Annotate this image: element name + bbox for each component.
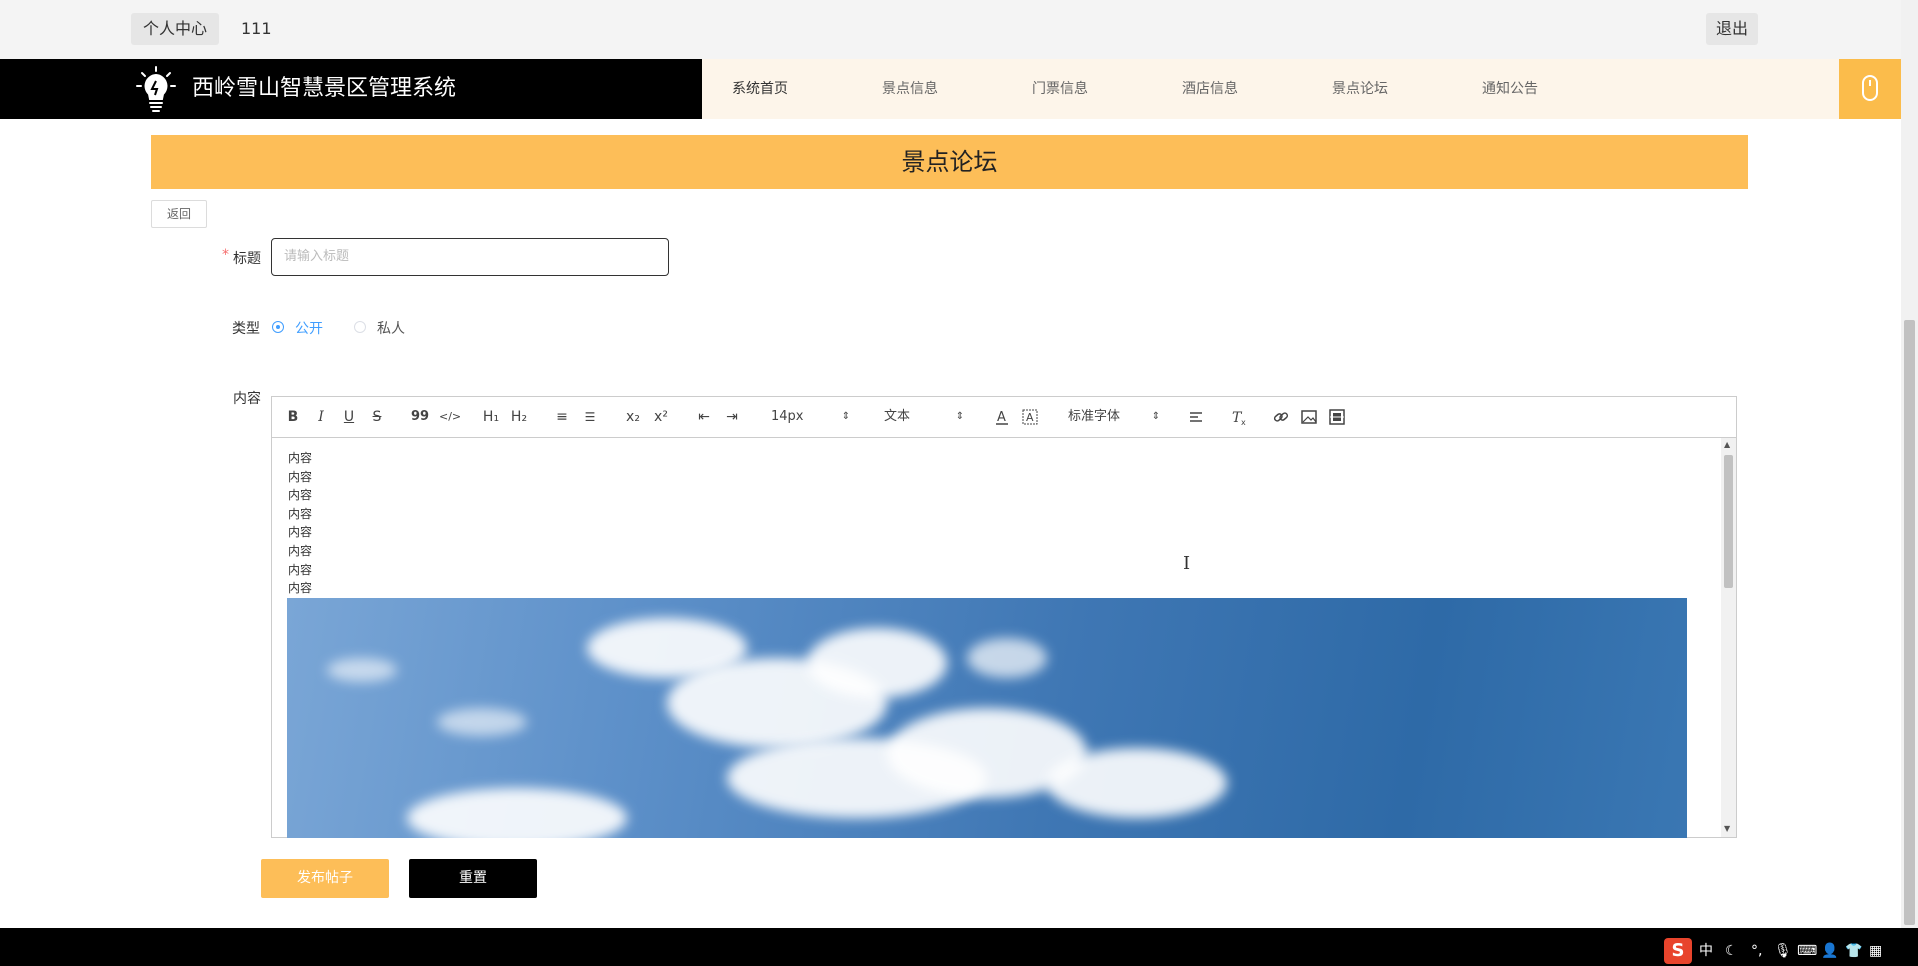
editor-content[interactable]: 内容 内容 内容 内容 内容 内容 内容 内容 (288, 449, 312, 598)
sogou-ime-icon[interactable]: S (1664, 938, 1692, 964)
title-label: 标题 (233, 251, 261, 267)
microphone-icon[interactable]: 🎙 (1774, 939, 1792, 963)
text-color-icon[interactable]: A (993, 406, 1011, 428)
content-line: 内容 (288, 581, 313, 596)
editor-scrollbar-thumb[interactable] (1724, 455, 1733, 588)
content-line: 内容 (288, 451, 313, 465)
blockquote-icon[interactable]: 99 (411, 406, 429, 428)
scroll-up-icon[interactable]: ▲ (1724, 440, 1730, 449)
link-icon[interactable] (1272, 406, 1290, 428)
nav-attractions[interactable]: 景点信息 (882, 59, 938, 119)
image-icon[interactable] (1300, 406, 1318, 428)
user-center-button[interactable]: 个人中心 (131, 13, 219, 45)
user-icon[interactable]: 👤 (1821, 939, 1838, 963)
radio-public-label[interactable]: 公开 (295, 318, 323, 338)
skin-icon[interactable]: 👕 (1845, 939, 1862, 963)
back-button[interactable]: 返回 (151, 200, 207, 228)
background-color-icon[interactable]: A (1021, 406, 1039, 428)
publish-post-button[interactable]: 发布帖子 (261, 859, 389, 898)
logout-button[interactable]: 退出 (1706, 13, 1758, 45)
content-line: 内容 (288, 488, 313, 503)
page-title: 景点论坛 (151, 135, 1748, 189)
content-line: 内容 (288, 506, 313, 521)
nav-home[interactable]: 系统首页 (732, 59, 788, 119)
h1-icon[interactable]: H₁ (481, 406, 501, 428)
top-bar (0, 0, 1918, 60)
keyboard-icon[interactable]: ⌨ (1797, 939, 1817, 963)
italic-icon[interactable]: I (313, 406, 329, 428)
nav-tickets[interactable]: 门票信息 (1032, 59, 1088, 119)
font-family-select[interactable]: 标准字体 (1068, 406, 1120, 428)
mouse-icon (1862, 75, 1878, 101)
nav-notices[interactable]: 通知公告 (1482, 59, 1538, 119)
outdent-icon[interactable]: ⇤ (695, 406, 713, 428)
font-size-select[interactable]: 14px (771, 406, 804, 428)
superscript-icon[interactable]: x² (651, 406, 671, 428)
nav-hotels[interactable]: 酒店信息 (1182, 59, 1238, 119)
svg-text:x: x (1241, 418, 1246, 427)
title-input[interactable]: 请输入标题 (271, 238, 669, 276)
moon-icon[interactable]: ☾ (1725, 939, 1738, 963)
bullet-list-icon[interactable]: ☰ (581, 406, 599, 428)
strikethrough-icon[interactable]: S (369, 406, 385, 428)
radio-private[interactable] (354, 321, 366, 333)
punctuation-icon[interactable]: °, (1751, 939, 1762, 963)
size-select-arrows-icon: ⇕ (841, 411, 851, 422)
underline-icon[interactable]: U (341, 406, 357, 428)
ime-chinese-mode[interactable]: 中 (1699, 939, 1713, 963)
text-cursor-icon: I (1183, 553, 1191, 574)
radio-public[interactable] (272, 321, 284, 333)
toolbox-icon[interactable]: ▦ (1869, 939, 1882, 963)
clear-format-icon[interactable]: Tx (1229, 406, 1249, 428)
indent-icon[interactable]: ⇥ (723, 406, 741, 428)
video-icon[interactable] (1328, 406, 1346, 428)
content-label: 内容 (233, 391, 261, 407)
nav-forum[interactable]: 景点论坛 (1332, 59, 1388, 119)
ordered-list-icon[interactable]: ≡ (553, 406, 571, 428)
content-line: 内容 (288, 469, 313, 484)
scroll-down-icon[interactable]: ▼ (1724, 824, 1730, 833)
required-mark: * (222, 247, 229, 263)
align-icon[interactable] (1187, 406, 1205, 428)
font-select-arrows-icon: ⇕ (1151, 411, 1161, 422)
username: 111 (241, 19, 272, 38)
bold-icon[interactable]: B (285, 406, 301, 428)
lightbulb-logo-icon (134, 65, 178, 113)
page-scrollbar-thumb[interactable] (1904, 320, 1915, 925)
main-nav (702, 59, 1839, 119)
sky-photo (287, 598, 1687, 838)
content-line: 内容 (288, 562, 313, 577)
nav-mouse-button[interactable] (1839, 59, 1901, 119)
header-select[interactable]: 文本 (884, 406, 910, 428)
content-line: 内容 (288, 543, 313, 558)
site-title: 西岭雪山智慧景区管理系统 (192, 76, 457, 101)
h2-icon[interactable]: H₂ (509, 406, 529, 428)
subscript-icon[interactable]: x₂ (623, 406, 643, 428)
header-select-arrows-icon: ⇕ (955, 411, 965, 422)
radio-private-label[interactable]: 私人 (377, 318, 405, 338)
svg-text:A: A (997, 410, 1006, 425)
svg-text:A: A (1026, 411, 1034, 424)
code-icon[interactable]: </> (439, 406, 461, 428)
reset-button[interactable]: 重置 (409, 859, 537, 898)
footer (0, 928, 1918, 966)
content-line: 内容 (288, 525, 313, 540)
type-label: 类型 (232, 321, 260, 337)
